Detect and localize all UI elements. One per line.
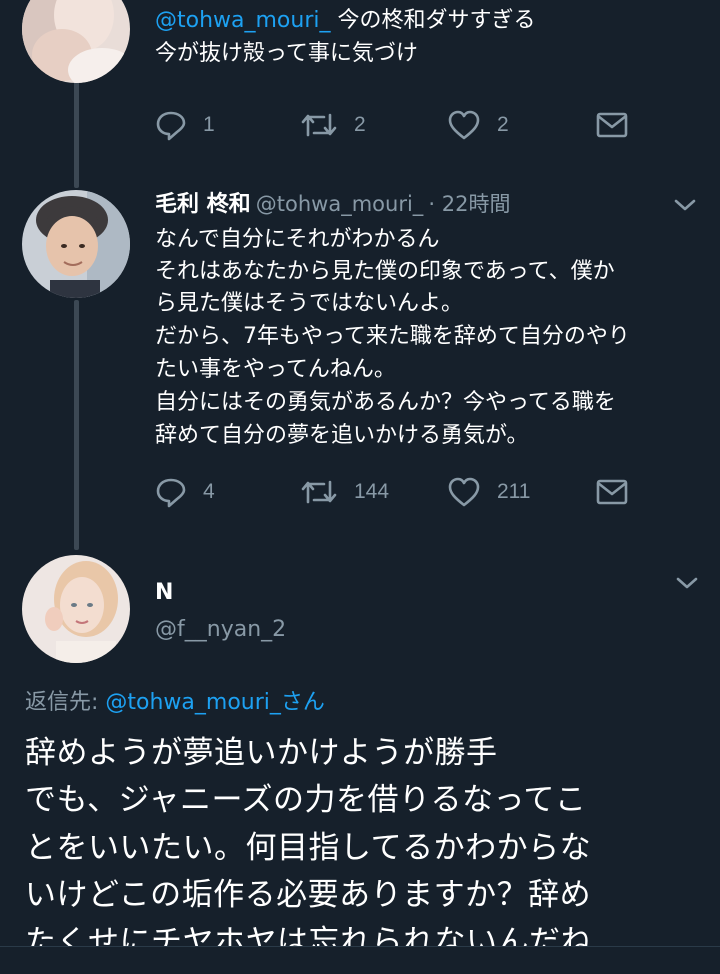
tweet-text-line: @tohwa_mouri_ 今の柊和ダサすぎる [155,5,536,37]
retweet-button[interactable]: 2 [300,105,366,145]
tweet-text-line: でも、ジャニーズの力を借りるなってこ [25,782,587,818]
chevron-down-icon [672,199,698,218]
reply-icon [155,109,187,141]
direct-message-button[interactable] [595,472,629,512]
like-button[interactable]: 2 [447,105,509,145]
tweet-menu-button[interactable] [672,196,698,218]
message-icon [595,110,629,140]
retweet-count: 2 [354,113,366,136]
avatar[interactable] [22,555,130,663]
thread-line [74,80,79,188]
reply-to-label: 返信先: [25,690,106,715]
like-count: 2 [497,113,509,136]
display-name[interactable]: N [155,577,173,609]
retweet-count: 144 [354,480,390,503]
reply-to-link[interactable]: @tohwa_mouri_さん [105,690,325,715]
tweet-text: 今の柊和ダサすぎる [330,8,536,33]
retweet-button[interactable]: 144 [300,472,389,512]
timestamp[interactable]: · 22時間 [428,192,510,216]
tweet-text-line: 自分にはその勇気があるんか？今やってる職を [155,390,616,415]
tweet-text-line: たい事をやってんねん。 [155,357,396,382]
like-count: 211 [497,480,531,503]
tweet-text-line: 辞めて自分の夢を追いかける勇気が。 [155,423,529,448]
handle[interactable]: @f__nyan_2 [155,614,286,646]
tweet-text-line: 今が抜け殻って事に気づけ [155,41,418,66]
retweet-icon [300,109,338,141]
tweet-actions: 1 2 2 [155,105,635,145]
direct-message-button[interactable] [595,105,629,145]
thread-line [74,300,79,550]
mention-link[interactable]: @tohwa_mouri_ [155,8,331,33]
handle[interactable]: @tohwa_mouri_ [256,192,424,216]
tweet-header: 毛利 柊和 @tohwa_mouri_ · 22時間 [155,188,510,222]
reply-to-line: 返信先: @tohwa_mouri_さん [25,687,325,719]
tweet-text-line: いけどこの垢作る必要ありますか？辞め [25,877,592,913]
reply-count: 4 [203,480,215,503]
like-icon [447,476,481,508]
tweet-text-line: なんで自分にそれがわかるん [155,227,440,252]
retweet-icon [300,476,338,508]
like-icon [447,109,481,141]
bottom-bar [0,946,720,974]
tweet-text-line: 辞めようが夢追いかけようが勝手 [25,735,498,771]
tweet-actions: 4 144 211 [155,472,635,512]
tweet-text-line: だから、7年もやって来た職を辞めて自分のやり [155,324,630,349]
tweet-text-line: それはあなたから見た僕の印象であって、僕か [155,259,615,284]
reply-button[interactable]: 1 [155,105,215,145]
tweet-text-line: ら見た僕はそうではないんよ。 [155,291,464,316]
tweet-text-line: とをいいたい。何目指してるかわからな [25,830,592,866]
chevron-down-icon [674,577,700,596]
display-name[interactable]: 毛利 柊和 [155,192,251,217]
like-button[interactable]: 211 [447,472,530,512]
reply-button[interactable]: 4 [155,472,215,512]
reply-count: 1 [203,113,215,136]
message-icon [595,477,629,507]
tweet-menu-button[interactable] [674,574,700,596]
avatar[interactable] [22,0,130,83]
avatar[interactable] [22,190,130,298]
reply-icon [155,476,187,508]
